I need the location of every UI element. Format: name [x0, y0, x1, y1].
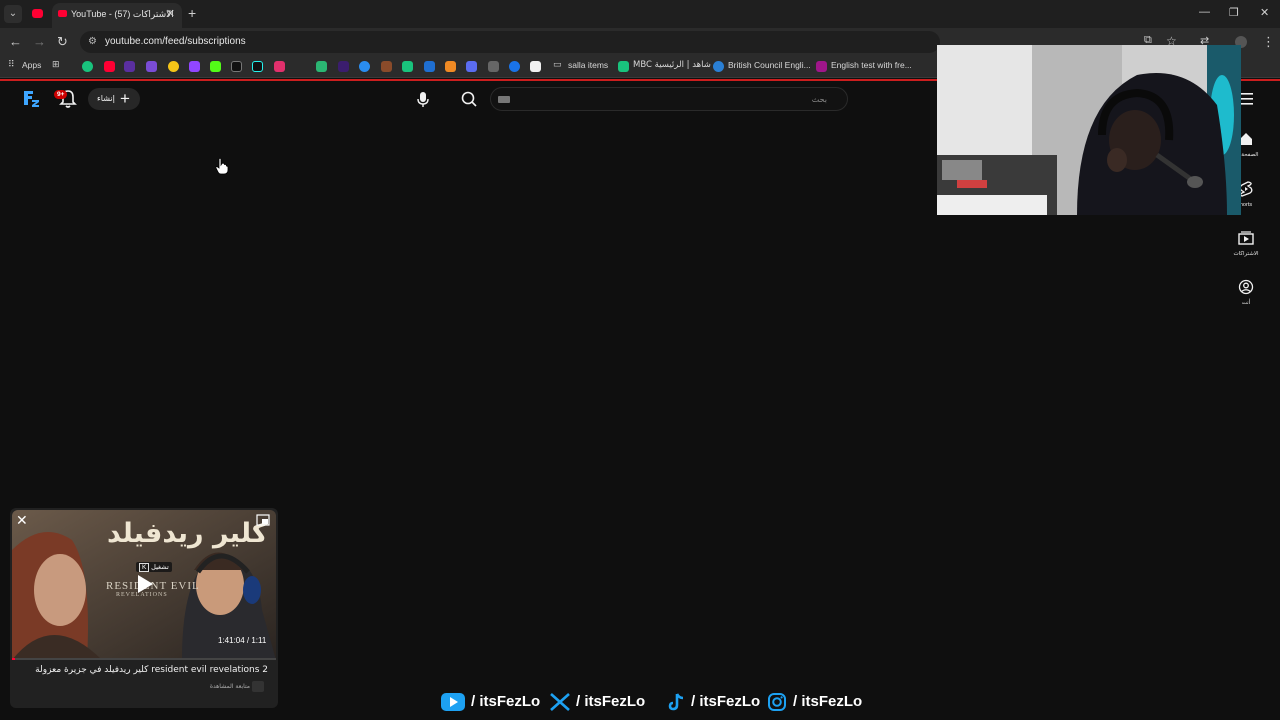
new-tab-button[interactable]: +	[188, 5, 196, 21]
expand-player-icon[interactable]	[256, 514, 270, 526]
bookmark-favicon-icon[interactable]	[231, 61, 242, 72]
back-icon[interactable]: ←	[9, 34, 22, 49]
social-handle: / itsFezLo	[576, 693, 646, 710]
social-handle: / itsFezLo	[793, 693, 863, 710]
instagram-icon	[768, 693, 786, 711]
bookmark-favicon-icon[interactable]	[82, 61, 93, 72]
bookmark-apps[interactable]: Apps	[22, 60, 41, 70]
bookmark-favicon-icon[interactable]	[316, 61, 327, 72]
bookmark-favicon-icon[interactable]	[146, 61, 157, 72]
video-subtitle: متابعة المشاهدة	[209, 683, 250, 690]
bookmark-favicon-icon[interactable]	[359, 61, 370, 72]
bookmark-favicon-icon[interactable]	[210, 61, 221, 72]
bookmark-favicon-icon	[618, 61, 629, 72]
search-icon[interactable]	[458, 88, 480, 110]
video-title[interactable]: كلير ريدفيلد في جزيرة معزولة resident ev…	[35, 665, 268, 675]
hand-cursor-icon	[215, 157, 229, 175]
youtube-favicon-icon	[32, 9, 43, 18]
search-input[interactable]	[517, 90, 827, 108]
reload-icon[interactable]: ↻	[57, 34, 68, 50]
bookmark-favicon-icon[interactable]	[381, 61, 392, 72]
notion-icon[interactable]	[530, 61, 541, 72]
plus-icon: +	[120, 89, 130, 108]
site-info-icon[interactable]: ⚙	[88, 36, 97, 47]
keyboard-icon[interactable]	[498, 96, 510, 103]
play-tooltip: K تشغيل	[136, 562, 172, 572]
tooltip-key: K	[139, 563, 150, 572]
mini-player[interactable]: كلير ريدفيلد RESIDENT EVIL REVELATIONS K…	[10, 508, 278, 708]
url-text[interactable]: youtube.com/feed/subscriptions	[105, 36, 246, 47]
guide-item-you[interactable]: أنت	[1226, 278, 1266, 318]
notification-badge: 9+	[54, 90, 68, 99]
bookmark-favicon-icon[interactable]	[124, 61, 135, 72]
bookmark-favicon-icon[interactable]	[424, 61, 435, 72]
bookmark-favicon-icon[interactable]	[274, 61, 285, 72]
menu-dots-icon[interactable]: ⋮	[1262, 34, 1275, 50]
bookmark-mbc[interactable]: MBC شاهد | الرئيسية	[633, 60, 711, 70]
address-bar[interactable]: ⚙ youtube.com/feed/subscriptions	[80, 31, 940, 53]
voice-search-icon[interactable]	[413, 89, 433, 109]
forward-icon[interactable]: →	[33, 34, 46, 49]
streamer-webcam-image	[937, 45, 1241, 215]
play-icon[interactable]	[135, 573, 155, 595]
bookmark-english-test[interactable]: English test with fre...	[831, 60, 912, 70]
social-tiktok: / itsFezLo	[666, 691, 766, 713]
close-tab-icon[interactable]: ✕	[166, 7, 175, 20]
folder-icon: ▭	[553, 59, 562, 69]
webcam-overlay	[937, 45, 1241, 215]
search-field[interactable]	[490, 87, 848, 111]
restore-icon[interactable]: ❐	[1229, 6, 1239, 19]
social-youtube: / itsFezLo	[440, 691, 540, 713]
tab-title: YouTube - الاشتراكات (57)	[71, 9, 174, 19]
x-icon	[550, 693, 570, 711]
social-instagram: / itsFezLo	[767, 691, 867, 713]
browser-tab-strip: ⌄ YouTube - الاشتراكات (57) ✕ + — ❐ ✕	[0, 0, 1280, 28]
bookmark-favicon-icon[interactable]	[252, 61, 263, 72]
active-tab[interactable]: YouTube - الاشتراكات (57) ✕	[52, 3, 182, 28]
bookmark-favicon-icon[interactable]	[338, 61, 349, 72]
pinned-tab[interactable]	[26, 4, 50, 24]
close-icon[interactable]: ✕	[16, 512, 28, 529]
channel-avatar	[252, 681, 264, 692]
subscriptions-icon	[1238, 231, 1254, 245]
bookmark-favicon-icon[interactable]	[488, 61, 499, 72]
minimize-icon[interactable]: —	[1199, 6, 1210, 18]
thumbnail-title-text: كلير ريدفيلد	[107, 518, 268, 549]
social-x: / itsFezLo	[550, 691, 650, 713]
create-label: إنشاء	[97, 94, 115, 103]
tab-search-button[interactable]: ⌄	[4, 5, 22, 23]
grid-icon[interactable]: ⊞	[52, 59, 63, 70]
bookmark-favicon-icon	[816, 61, 827, 72]
home-icon	[1240, 133, 1252, 145]
you-icon	[1238, 279, 1254, 295]
bookmark-favicon-icon[interactable]	[445, 61, 456, 72]
bookmark-favicon-icon[interactable]	[168, 61, 179, 72]
bookmark-favicon-icon[interactable]	[104, 61, 115, 72]
bookmark-salla[interactable]: salla items	[568, 60, 608, 70]
youtube-favicon-icon	[58, 10, 67, 17]
youtube-icon	[441, 693, 465, 711]
shorts-icon	[1239, 181, 1253, 197]
guide-item-subscriptions[interactable]: الاشتراكات	[1226, 229, 1266, 269]
bookmark-favicon-icon[interactable]	[402, 61, 413, 72]
video-progress-bar[interactable]	[12, 658, 276, 660]
bookmark-british-council[interactable]: British Council Engli...	[728, 60, 811, 70]
guide-label: الاشتراكات	[1233, 251, 1259, 257]
social-handle: / itsFezLo	[691, 693, 761, 710]
create-button[interactable]: إنشاء +	[88, 88, 140, 110]
guide-label: أنت	[1241, 300, 1251, 306]
bookmark-favicon-icon[interactable]	[509, 61, 520, 72]
bookmark-favicon-icon	[713, 61, 724, 72]
apps-icon: ⠿	[8, 59, 15, 69]
channel-logo-icon[interactable]	[22, 88, 40, 108]
tiktok-icon	[668, 693, 684, 711]
bookmark-favicon-icon[interactable]	[189, 61, 200, 72]
bookmark-favicon-icon[interactable]	[466, 61, 477, 72]
social-handle: / itsFezLo	[471, 693, 541, 710]
tooltip-label: تشغيل	[151, 564, 169, 571]
video-time: 1:41:04 / 1:11	[218, 636, 267, 645]
close-window-icon[interactable]: ✕	[1260, 6, 1269, 19]
